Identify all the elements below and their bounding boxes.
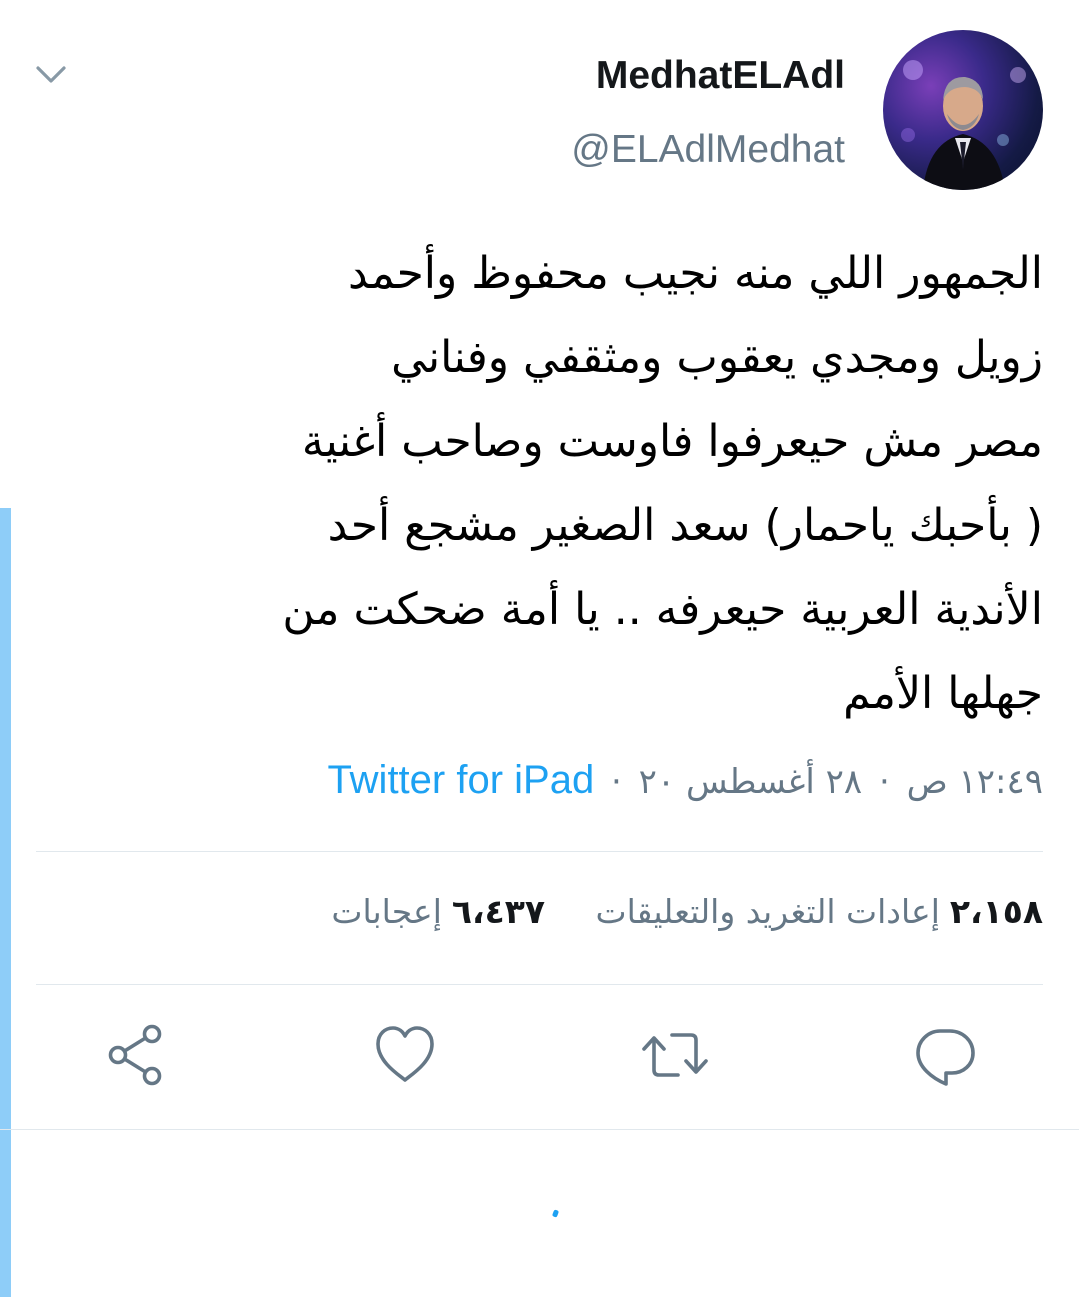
loading-indicator xyxy=(551,1209,560,1218)
author-handle[interactable]: @ELAdlMedhat xyxy=(571,126,845,174)
tweet-menu-button[interactable] xyxy=(32,56,70,94)
retweets-label: إعادات التغريد والتعليقات xyxy=(595,892,940,931)
left-edge-accent xyxy=(0,508,11,1297)
reply-icon xyxy=(916,1029,975,1086)
tweet-meta: ١٢:٤٩ ص · ٢٨ أغسطس ٢٠ · Twitter for iPad xyxy=(327,752,1043,810)
divider xyxy=(0,1129,1079,1130)
tweet-text-line: زويل ومجدي يعقوب ومثقفي وفناني xyxy=(391,332,1043,383)
share-icon xyxy=(108,1024,162,1086)
author-names: MedhatELAdl @ELAdlMedhat xyxy=(571,52,845,174)
retweets-stat[interactable]: ٢،١٥٨إعادات التغريد والتعليقات xyxy=(596,884,1043,940)
likes-label: إعجابات xyxy=(331,892,442,931)
retweets-count: ٢،١٥٨ xyxy=(949,892,1043,931)
tweet-text-line: ( بأحبك ياحمار) سعد الصغير مشجع أحد xyxy=(327,500,1043,551)
avatar-image xyxy=(901,60,1026,190)
retweet-button[interactable] xyxy=(640,1020,710,1090)
avatar[interactable] xyxy=(883,30,1043,190)
chevron-down-icon xyxy=(36,66,66,83)
meta-separator: · xyxy=(878,762,890,802)
tweet-text-line: جهلها الأمم xyxy=(843,668,1043,719)
like-button[interactable] xyxy=(370,1020,440,1090)
likes-stat[interactable]: ٦،٤٣٧إعجابات xyxy=(331,884,545,940)
tweet-text-line: مصر مش حيعرفوا فاوست وصاحب أغنية xyxy=(301,416,1043,467)
reply-button[interactable] xyxy=(910,1020,980,1090)
tweet-stats: ٢،١٥٨إعادات التغريد والتعليقات ٦،٤٣٧إعجا… xyxy=(331,884,1043,940)
retweet-icon xyxy=(642,1033,708,1077)
tweet-text-line: الجمهور اللي منه نجيب محفوظ وأحمد xyxy=(348,248,1043,299)
share-button[interactable] xyxy=(100,1020,170,1090)
heart-icon xyxy=(376,1026,434,1082)
author-display-name[interactable]: MedhatELAdl xyxy=(571,52,845,100)
tweet-date[interactable]: ٢٨ أغسطس ٢٠ xyxy=(639,762,862,802)
tweet-text: الجمهور اللي منه نجيب محفوظ وأحمد زويل و… xyxy=(43,232,1043,736)
tweet-source-link[interactable]: Twitter for iPad xyxy=(327,758,594,802)
divider xyxy=(36,984,1043,985)
divider xyxy=(36,851,1043,852)
likes-count: ٦،٤٣٧ xyxy=(451,892,546,931)
meta-separator: · xyxy=(611,762,622,802)
tweet-time[interactable]: ١٢:٤٩ ص xyxy=(907,762,1043,802)
tweet-text-line: الأندية العربية حيعرفه .. يا أمة ضحكت من xyxy=(282,584,1043,635)
